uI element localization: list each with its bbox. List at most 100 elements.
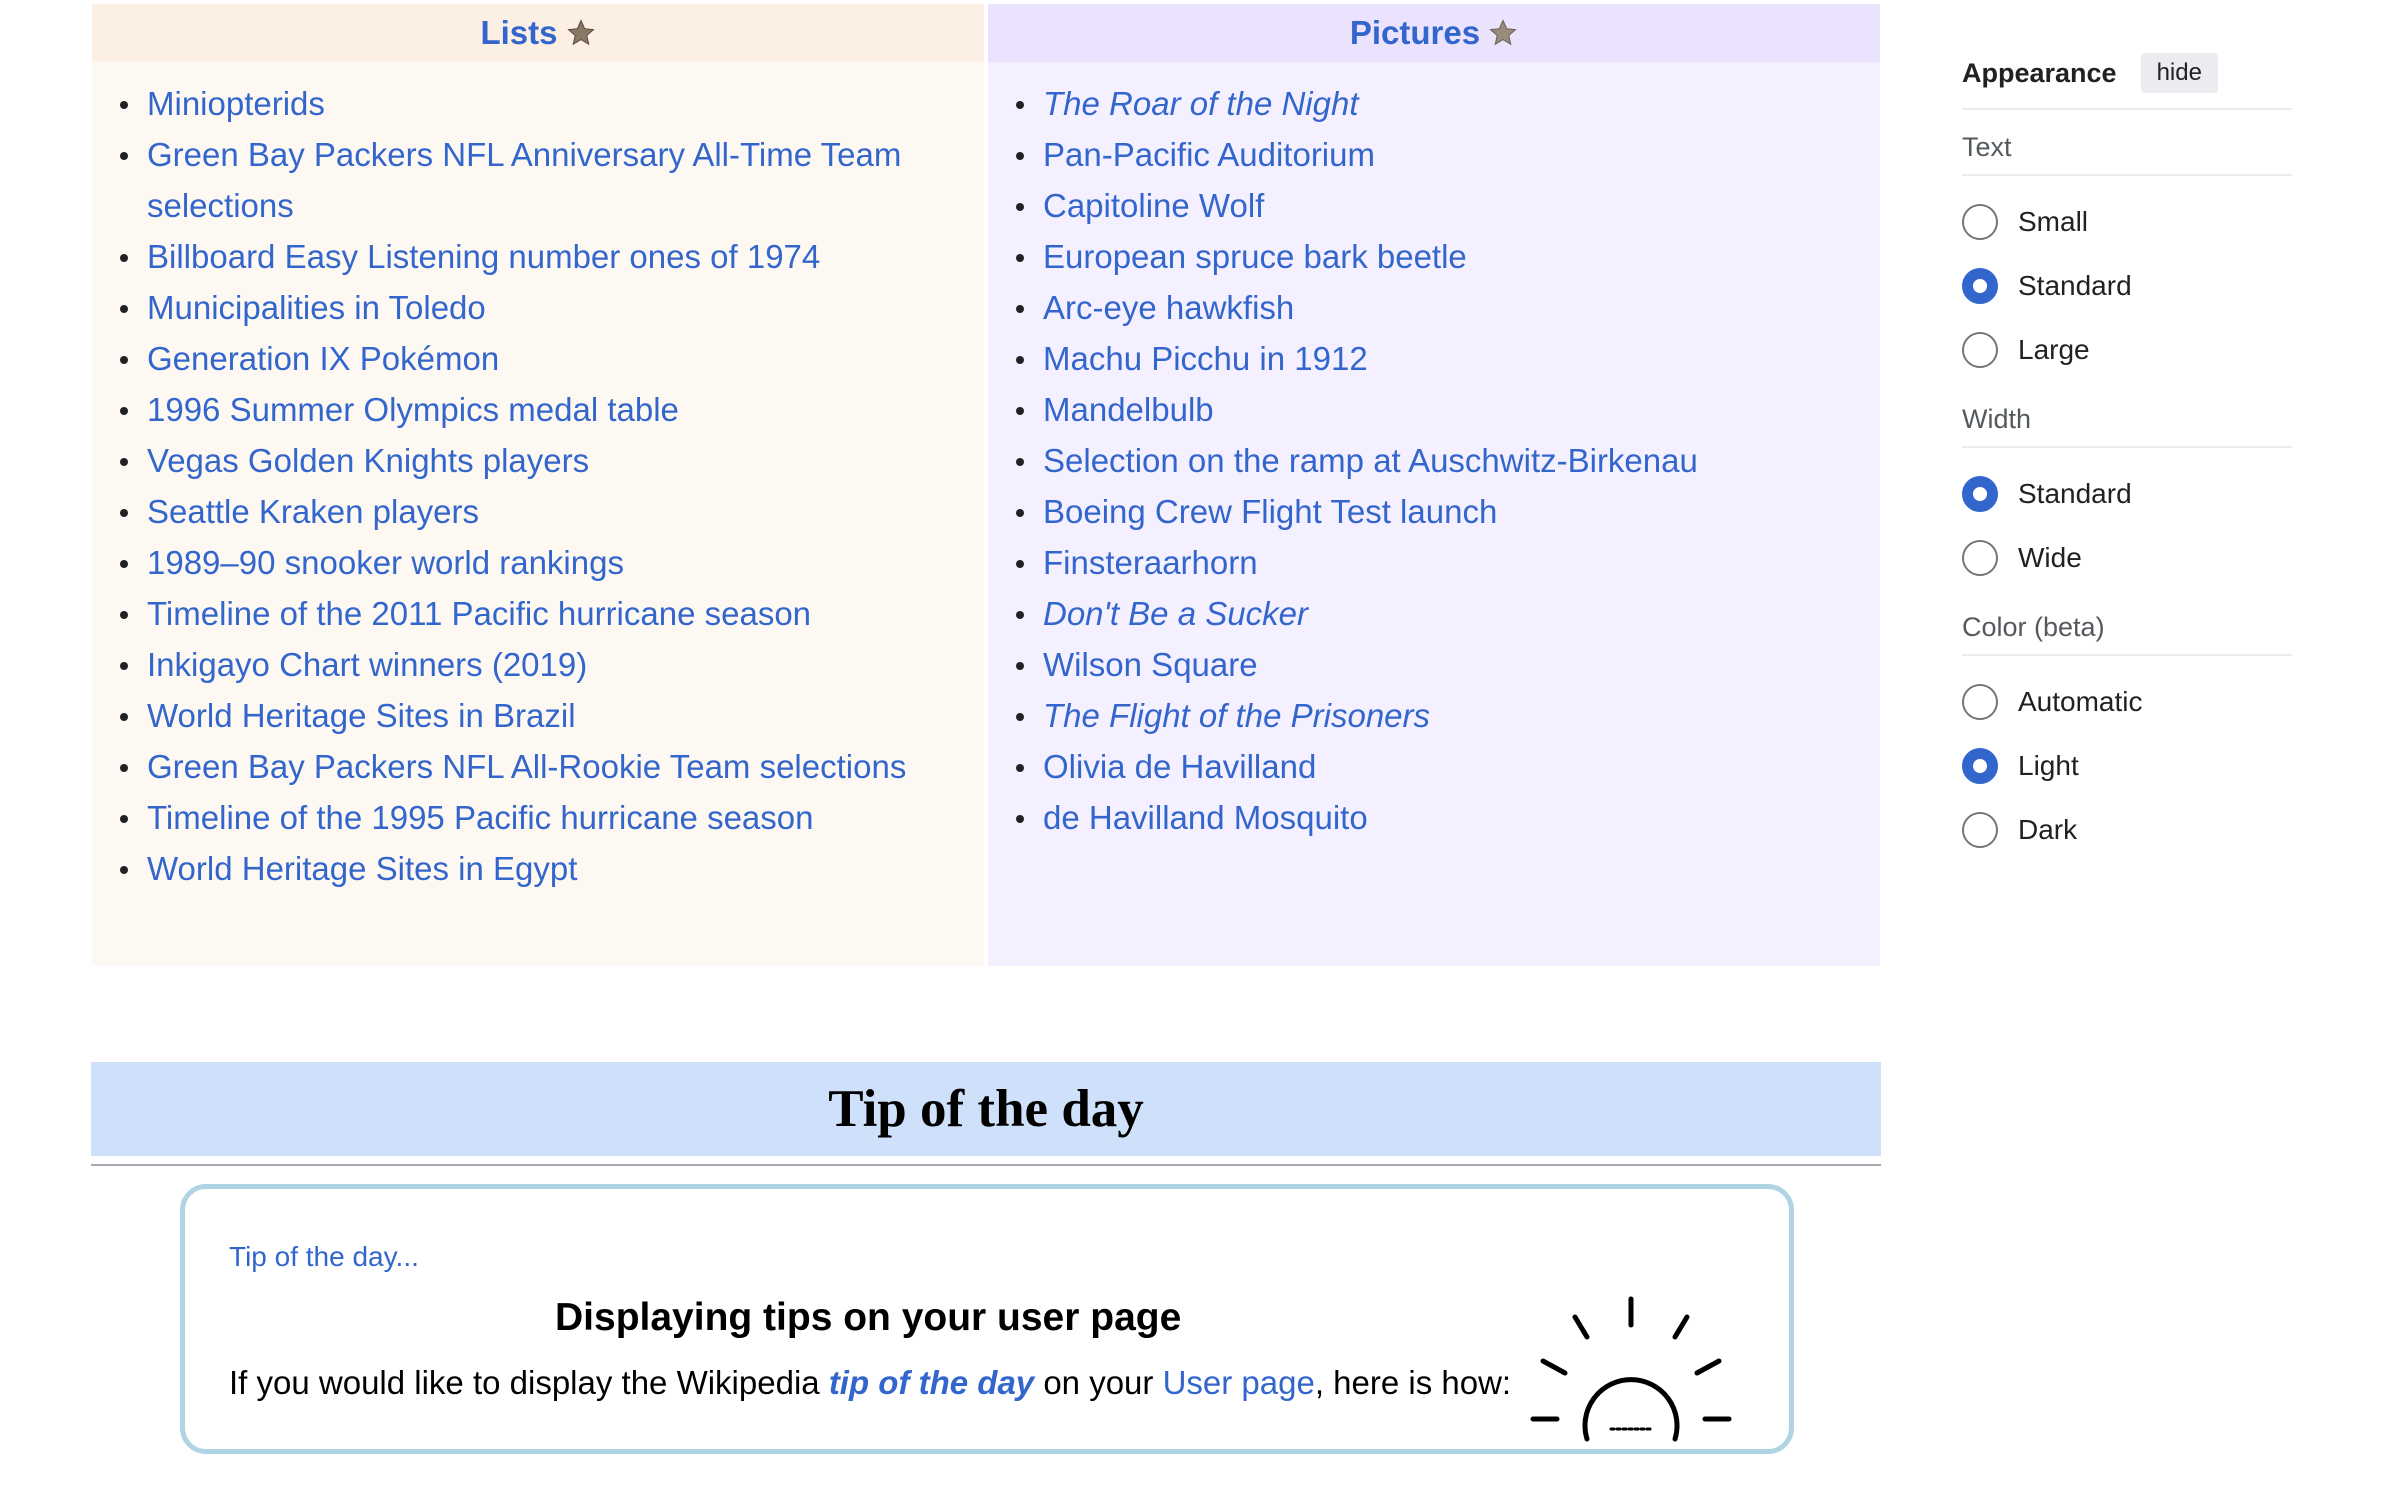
picture-item-link[interactable]: Wilson Square bbox=[1043, 646, 1258, 683]
radio-dot bbox=[1973, 759, 1987, 773]
appearance-header: Appearance hide bbox=[1962, 48, 2292, 98]
section-divider bbox=[1962, 174, 2292, 176]
list-item: Timeline of the 2011 Pacific hurricane s… bbox=[92, 588, 984, 639]
radio-unchecked-icon[interactable] bbox=[1962, 812, 1998, 848]
section-divider bbox=[1962, 446, 2292, 448]
appearance-title: Appearance bbox=[1962, 57, 2117, 88]
radio-option[interactable]: Large bbox=[1962, 318, 2292, 382]
tip-box: Tip of the day... Displaying tips on you… bbox=[180, 1184, 1794, 1454]
radio-checked-icon[interactable] bbox=[1962, 748, 1998, 784]
radio-option[interactable]: Wide bbox=[1962, 526, 2292, 590]
radio-checked-icon[interactable] bbox=[1962, 268, 1998, 304]
tip-title: Displaying tips on your user page bbox=[555, 1296, 1182, 1339]
hide-button[interactable]: hide bbox=[2140, 53, 2218, 93]
picture-item: Don't Be a Sucker bbox=[988, 588, 1880, 639]
list-item-link[interactable]: Timeline of the 1995 Pacific hurricane s… bbox=[147, 799, 813, 836]
pictures-list: The Roar of the Night Pan-Pacific Auditor… bbox=[988, 62, 1880, 966]
picture-item-link[interactable]: de Havilland Mosquito bbox=[1043, 799, 1368, 836]
radio-unchecked-icon[interactable] bbox=[1962, 204, 1998, 240]
tip-of-the-day-heading: Tip of the day bbox=[828, 1080, 1144, 1138]
picture-item-link[interactable]: European spruce bark beetle bbox=[1043, 238, 1467, 275]
list-item: Miniopterids bbox=[92, 78, 984, 129]
radio-checked-icon[interactable] bbox=[1962, 476, 1998, 512]
radio-label: Large bbox=[2018, 334, 2090, 365]
pictures-column: Pictures The Roar of the Night Pan-Pacifi… bbox=[988, 4, 1880, 966]
radio-label: Standard bbox=[2018, 270, 2132, 301]
list-item: World Heritage Sites in Brazil bbox=[92, 690, 984, 741]
list-item-link[interactable]: Timeline of the 2011 Pacific hurricane s… bbox=[147, 595, 811, 632]
picture-item-link[interactable]: Mandelbulb bbox=[1043, 391, 1214, 428]
picture-item-link[interactable]: Don't Be a Sucker bbox=[1043, 595, 1308, 632]
picture-item: Olivia de Havilland bbox=[988, 741, 1880, 792]
list-item: Generation IX Pokémon bbox=[92, 333, 984, 384]
picture-item-link[interactable]: Capitoline Wolf bbox=[1043, 187, 1264, 224]
list-item-link[interactable]: World Heritage Sites in Brazil bbox=[147, 697, 576, 734]
appearance-section-label: Text bbox=[1962, 132, 2012, 162]
list-item: Inkigayo Chart winners (2019) bbox=[92, 639, 984, 690]
picture-item: Finsteraarhorn bbox=[988, 537, 1880, 588]
radio-label: Dark bbox=[2018, 814, 2078, 845]
list-item-link[interactable]: World Heritage Sites in Egypt bbox=[147, 850, 577, 887]
radio-option[interactable]: Small bbox=[1962, 190, 2292, 254]
list-item-link[interactable]: Green Bay Packers NFL All-Rookie Team se… bbox=[147, 748, 906, 785]
radio-label: Light bbox=[2018, 750, 2079, 781]
radio-option[interactable]: Dark bbox=[1962, 798, 2292, 862]
section-divider bbox=[91, 1164, 1881, 1166]
lists-column: Lists Miniopterids Green Bay Packers NFL … bbox=[92, 4, 984, 966]
picture-item: Mandelbulb bbox=[988, 384, 1880, 435]
tip-of-the-day-link[interactable]: Tip of the day... bbox=[229, 1241, 419, 1273]
picture-item-link[interactable]: Finsteraarhorn bbox=[1043, 544, 1258, 581]
picture-item-link[interactable]: Pan-Pacific Auditorium bbox=[1043, 136, 1375, 173]
radio-label: Standard bbox=[2018, 478, 2132, 509]
radio-label: Automatic bbox=[2018, 686, 2143, 717]
tip-of-the-day-inline-link[interactable]: tip of the day bbox=[829, 1364, 1034, 1401]
picture-item-link[interactable]: Arc-eye hawkfish bbox=[1043, 289, 1294, 326]
list-item: Billboard Easy Listening number ones of … bbox=[92, 231, 984, 282]
list-item-link[interactable]: Miniopterids bbox=[147, 85, 325, 122]
pictures-heading-link[interactable]: Pictures bbox=[1350, 14, 1480, 52]
list-item-link[interactable]: Seattle Kraken players bbox=[147, 493, 479, 530]
tip-body: If you would like to display the Wikiped… bbox=[229, 1364, 1511, 1402]
list-item-link[interactable]: Billboard Easy Listening number ones of … bbox=[147, 238, 820, 275]
list-item-link[interactable]: Generation IX Pokémon bbox=[147, 340, 499, 377]
picture-item-link[interactable]: The Flight of the Prisoners bbox=[1043, 697, 1430, 734]
radio-label: Small bbox=[2018, 206, 2089, 237]
radio-unchecked-icon[interactable] bbox=[1962, 332, 1998, 368]
picture-item: Selection on the ramp at Auschwitz-Birke… bbox=[988, 435, 1880, 486]
list-item: Timeline of the 1995 Pacific hurricane s… bbox=[92, 792, 984, 843]
picture-item-link[interactable]: The Roar of the Night bbox=[1043, 85, 1359, 122]
list-item-link[interactable]: 1996 Summer Olympics medal table bbox=[147, 391, 679, 428]
radio-option[interactable]: Standard bbox=[1962, 462, 2292, 526]
list-item-link[interactable]: Inkigayo Chart winners (2019) bbox=[147, 646, 587, 683]
user-page-link[interactable]: User page bbox=[1163, 1364, 1315, 1401]
tip-body-prefix: If you would like to display the Wikiped… bbox=[229, 1364, 829, 1401]
list-item-link[interactable]: Green Bay Packers NFL Anniversary All-Ti… bbox=[147, 136, 901, 224]
lists-heading-link[interactable]: Lists bbox=[480, 14, 557, 52]
section-divider bbox=[1962, 654, 2292, 656]
picture-item: Boeing Crew Flight Test launch bbox=[988, 486, 1880, 537]
radio-unchecked-icon[interactable] bbox=[1962, 540, 1998, 576]
appearance-section-label: Width bbox=[1962, 404, 2032, 434]
tip-of-the-day-banner: Tip of the day bbox=[91, 1062, 1881, 1156]
radio-option[interactable]: Automatic bbox=[1962, 670, 2292, 734]
picture-item-link[interactable]: Olivia de Havilland bbox=[1043, 748, 1316, 785]
radio-option[interactable]: Standard bbox=[1962, 254, 2292, 318]
picture-item-link[interactable]: Boeing Crew Flight Test launch bbox=[1043, 493, 1497, 530]
radio-option[interactable]: Light bbox=[1962, 734, 2292, 798]
list-item: Municipalities in Toledo bbox=[92, 282, 984, 333]
list-item-link[interactable]: Municipalities in Toledo bbox=[147, 289, 486, 326]
tip-body-mid: on your bbox=[1034, 1364, 1163, 1401]
picture-item: The Flight of the Prisoners bbox=[988, 690, 1880, 741]
list-item-link[interactable]: 1989–90 snooker world rankings bbox=[147, 544, 624, 581]
appearance-panel: Appearance hide Text Small Standard Large Wi… bbox=[1962, 48, 2292, 862]
radio-unchecked-icon[interactable] bbox=[1962, 684, 1998, 720]
list-item-link[interactable]: Vegas Golden Knights players bbox=[147, 442, 589, 479]
radio-dot bbox=[1973, 487, 1987, 501]
list-item: World Heritage Sites in Egypt bbox=[92, 843, 984, 894]
tip-body-suffix: , here is how: bbox=[1314, 1364, 1512, 1401]
featured-content: Lists Miniopterids Green Bay Packers NFL … bbox=[92, 4, 1880, 966]
picture-item-link[interactable]: Machu Picchu in 1912 bbox=[1043, 340, 1368, 377]
picture-item-link[interactable]: Selection on the ramp at Auschwitz-Birke… bbox=[1043, 442, 1698, 479]
radio-dot bbox=[1973, 279, 1987, 293]
picture-item: de Havilland Mosquito bbox=[988, 792, 1880, 843]
